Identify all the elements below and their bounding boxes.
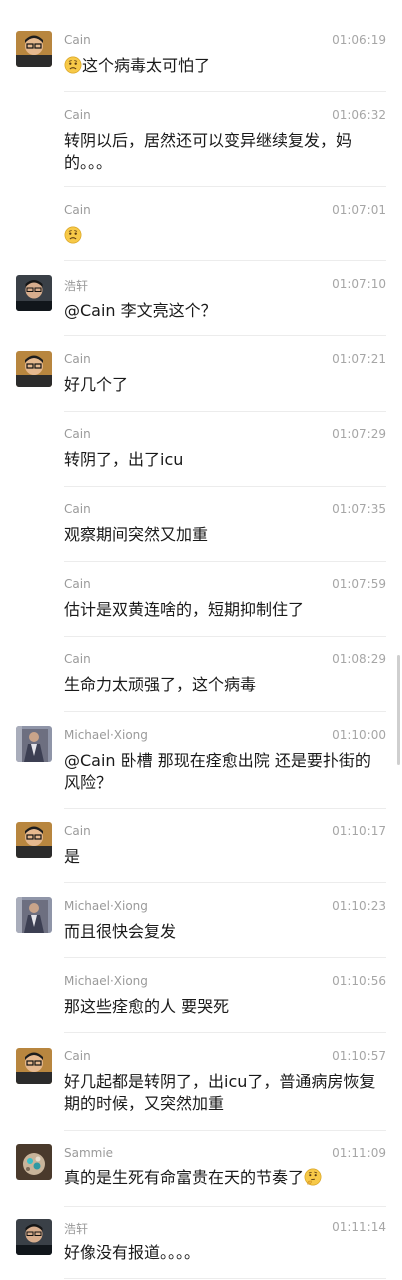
message-time: 01:08:29: [332, 652, 386, 666]
list-item: Cain 01:07:21 好几个了: [0, 337, 402, 412]
sender-name[interactable]: Cain: [64, 577, 91, 591]
scrollbar[interactable]: [397, 655, 400, 765]
message-text[interactable]: @Cain 卧槽 那现在痊愈出院 还是要扑街的风险？: [64, 750, 382, 794]
list-item: Michael·Xiong 01:10:56 那这些痊愈的人 要哭死: [0, 958, 402, 1033]
list-item: Cain 01:06:32 转阴以后，居然还可以变异继续复发，妈的。。。: [0, 91, 402, 187]
message-time: 01:07:29: [332, 427, 386, 441]
sender-name[interactable]: Cain: [64, 108, 91, 122]
divider: [64, 260, 386, 261]
sender-name[interactable]: Cain: [64, 502, 91, 516]
message-text[interactable]: 好像没有报道。。。。: [64, 1242, 382, 1264]
sender-name[interactable]: Cain: [64, 824, 91, 838]
avatar[interactable]: [16, 897, 52, 933]
list-item: Cain 01:07:35 观察期间突然又加重: [0, 487, 402, 562]
avatar[interactable]: [16, 31, 52, 67]
message-time: 01:07:35: [332, 502, 386, 516]
avatar[interactable]: [16, 351, 52, 387]
divider: [64, 335, 386, 336]
sender-name[interactable]: Cain: [64, 352, 91, 366]
list-item: Cain 01:06:19 这个病毒太可怕了: [0, 0, 402, 92]
list-item: 浩轩 01:07:10 @Cain 李文亮这个？: [0, 262, 402, 337]
message-text[interactable]: 是: [64, 846, 382, 868]
list-item: Cain 01:08:29 生命力太顽强了，这个病毒: [0, 637, 402, 712]
list-item: Michael·Xiong 01:10:23 而且很快会复发: [0, 883, 402, 958]
sender-name[interactable]: Sammie: [64, 1146, 113, 1160]
list-item: Michael·Xiong 01:10:00 @Cain 卧槽 那现在痊愈出院 …: [0, 712, 402, 809]
message-text-content: 真的是生死有命富贵在天的节奏了: [64, 1168, 305, 1187]
sender-name[interactable]: Michael·Xiong: [64, 728, 148, 742]
avatar[interactable]: [16, 822, 52, 858]
avatar[interactable]: [16, 1144, 52, 1180]
message-time: 01:06:19: [332, 33, 386, 47]
worried-face-icon: [64, 226, 82, 244]
message-text[interactable]: 生命力太顽强了，这个病毒: [64, 674, 382, 696]
thinking-face-icon: [304, 1168, 322, 1186]
message-text[interactable]: 好几个了: [64, 374, 382, 396]
message-time: 01:11:09: [332, 1146, 386, 1160]
message-time: 01:10:57: [332, 1049, 386, 1063]
sender-name[interactable]: Cain: [64, 1049, 91, 1063]
sender-name[interactable]: Cain: [64, 427, 91, 441]
message-time: 01:10:23: [332, 899, 386, 913]
message-time: 01:06:32: [332, 108, 386, 122]
sender-name[interactable]: Michael·Xiong: [64, 899, 148, 913]
list-item: Cain 01:07:29 转阴了，出了icu: [0, 412, 402, 487]
avatar[interactable]: [16, 275, 52, 311]
message-text[interactable]: 真的是生死有命富贵在天的节奏了: [64, 1167, 382, 1189]
message-text[interactable]: 转阴了，出了icu: [64, 449, 382, 471]
sender-name[interactable]: Michael·Xiong: [64, 974, 148, 988]
message-time: 01:10:00: [332, 728, 386, 742]
divider: [64, 1278, 386, 1279]
worried-face-icon: [64, 56, 82, 74]
list-item: Cain 01:10:57 好几起都是转阴了，出icu了，普通病房恢复期的时候，…: [0, 1033, 402, 1131]
message-text[interactable]: 而且很快会复发: [64, 921, 382, 943]
sender-name[interactable]: 浩轩: [64, 277, 88, 294]
message-time: 01:07:59: [332, 577, 386, 591]
sender-name[interactable]: Cain: [64, 203, 91, 217]
message-text[interactable]: 转阴以后，居然还可以变异继续复发，妈的。。。: [64, 130, 382, 174]
avatar[interactable]: [16, 1048, 52, 1084]
list-item: Cain 01:07:59 估计是双黄连啥的，短期抑制住了: [0, 562, 402, 637]
message-time: 01:07:21: [332, 352, 386, 366]
message-time: 01:10:56: [332, 974, 386, 988]
message-text[interactable]: 观察期间突然又加重: [64, 524, 382, 546]
message-text[interactable]: [64, 225, 382, 247]
message-text-content: 这个病毒太可怕了: [82, 56, 211, 75]
message-text[interactable]: 好几起都是转阴了，出icu了，普通病房恢复期的时候，又突然加重: [64, 1071, 382, 1115]
message-text[interactable]: 这个病毒太可怕了: [64, 55, 382, 77]
list-item: Cain 01:10:17 是: [0, 809, 402, 883]
message-text[interactable]: 那这些痊愈的人 要哭死: [64, 996, 382, 1018]
message-text[interactable]: @Cain 李文亮这个？: [64, 300, 382, 322]
list-item: Cain 01:07:01: [0, 187, 402, 262]
message-time: 01:11:14: [332, 1220, 386, 1234]
avatar[interactable]: [16, 726, 52, 762]
message-text[interactable]: 估计是双黄连啥的，短期抑制住了: [64, 599, 382, 621]
avatar[interactable]: [16, 1219, 52, 1255]
sender-name[interactable]: Cain: [64, 33, 91, 47]
message-time: 01:07:01: [332, 203, 386, 217]
list-item: Sammie 01:11:09 真的是生死有命富贵在天的节奏了: [0, 1131, 402, 1207]
sender-name[interactable]: 浩轩: [64, 1220, 88, 1237]
message-time: 01:07:10: [332, 277, 386, 291]
sender-name[interactable]: Cain: [64, 652, 91, 666]
message-time: 01:10:17: [332, 824, 386, 838]
list-item: 浩轩 01:11:14 好像没有报道。。。。: [0, 1206, 402, 1280]
